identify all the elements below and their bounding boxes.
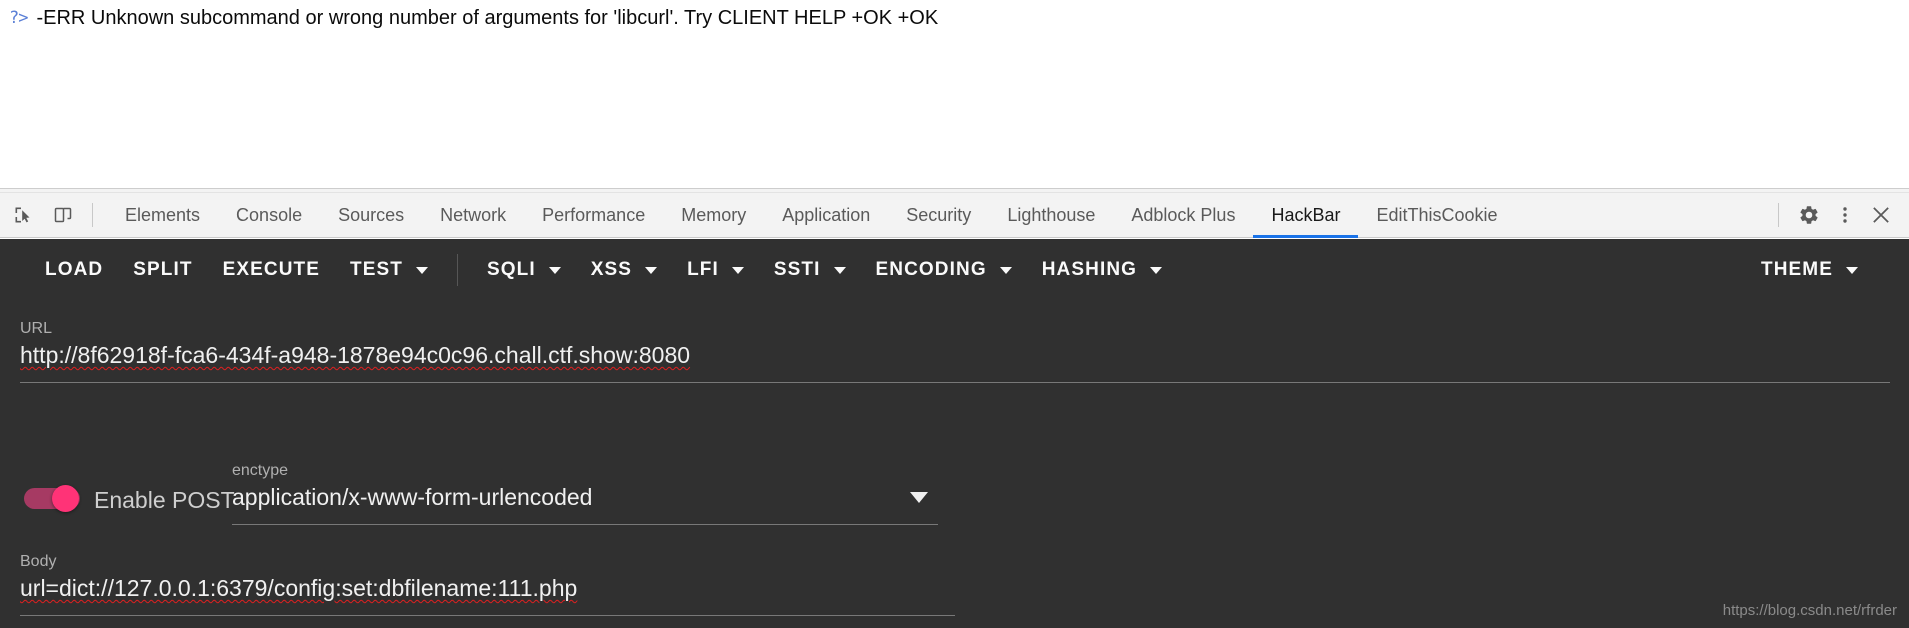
tab-label: Sources — [338, 204, 405, 225]
tab-label: Security — [906, 204, 972, 225]
hackbar-panel: LOAD SPLIT EXECUTE TEST SQLI XSS LFI SST… — [0, 239, 1909, 628]
devtools-toolbar-actions — [1772, 197, 1909, 233]
chevron-down-icon — [548, 266, 561, 274]
enctype-select-group: enctype application/x-www-form-urlencode… — [232, 461, 938, 525]
tab-label: Adblock Plus — [1131, 204, 1236, 225]
hackbar-menu-theme[interactable]: THEME — [1746, 251, 1873, 289]
chevron-down-icon — [645, 266, 658, 274]
tab-label: Network — [440, 204, 507, 225]
close-devtools-icon[interactable] — [1863, 197, 1899, 233]
enable-post-toggle[interactable] — [24, 485, 87, 512]
console-prompt-icon: ?> — [9, 8, 29, 28]
enctype-select-underline — [232, 524, 938, 525]
body-input-underline — [20, 615, 955, 616]
chevron-down-icon — [416, 266, 428, 274]
hackbar-menu-hashing[interactable]: HASHING — [1027, 251, 1177, 289]
menu-label: SSTI — [773, 259, 821, 280]
menu-divider — [457, 254, 458, 286]
tab-label: Application — [782, 204, 871, 225]
hackbar-menu-lfi[interactable]: LFI — [672, 251, 759, 289]
devtools-tab-list: Elements Console Sources Network Perform… — [107, 193, 1772, 238]
hackbar-menu-encoding[interactable]: ENCODING — [861, 251, 1027, 289]
tab-label: Memory — [681, 204, 747, 225]
menu-label: ENCODING — [875, 259, 987, 280]
url-input[interactable]: http://8f62918f-fca6-434f-a948-1878e94c0… — [20, 339, 1890, 371]
hackbar-menu-split[interactable]: SPLIT — [118, 251, 207, 289]
menu-label: XSS — [590, 259, 633, 280]
settings-gear-icon[interactable] — [1791, 197, 1827, 233]
menu-label: TEST — [350, 259, 403, 280]
chevron-down-icon — [910, 491, 928, 503]
url-field-label: URL — [20, 320, 53, 337]
hackbar-menu-test[interactable]: TEST — [335, 251, 443, 289]
tab-label: Performance — [542, 204, 646, 225]
tab-label: Elements — [125, 204, 201, 225]
menu-label: LOAD — [45, 259, 104, 280]
hackbar-menu-bar: LOAD SPLIT EXECUTE TEST SQLI XSS LFI SST… — [0, 239, 1909, 301]
toolbar-divider — [92, 203, 93, 227]
menu-label: THEME — [1761, 259, 1833, 280]
more-options-icon[interactable] — [1827, 197, 1863, 233]
chevron-down-icon — [999, 266, 1012, 274]
hackbar-menu-sqli[interactable]: SQLI — [472, 251, 576, 289]
menu-label: HASHING — [1041, 259, 1138, 280]
url-field-group: URL http://8f62918f-fca6-434f-a948-1878e… — [20, 319, 1890, 383]
tab-hackbar[interactable]: HackBar — [1253, 193, 1359, 238]
enctype-label: enctype — [232, 462, 289, 479]
blog-watermark: https://blog.csdn.net/rfrder — [1722, 602, 1897, 619]
tab-sources[interactable]: Sources — [320, 193, 422, 238]
inspect-element-icon[interactable] — [6, 198, 40, 232]
hackbar-menu-xss[interactable]: XSS — [576, 251, 672, 289]
tab-lighthouse[interactable]: Lighthouse — [989, 193, 1113, 238]
url-input-underline — [20, 382, 1890, 383]
device-toolbar-icon[interactable] — [46, 198, 80, 232]
tab-application[interactable]: Application — [764, 193, 888, 238]
tab-console[interactable]: Console — [218, 193, 320, 238]
tab-editthiscookie[interactable]: EditThisCookie — [1358, 193, 1515, 238]
chevron-down-icon — [731, 266, 744, 274]
post-options-row: Enable POST enctype application/x-www-fo… — [0, 453, 1909, 543]
enable-post-label: Enable POST — [94, 487, 235, 513]
toggle-knob — [52, 485, 79, 512]
chevron-down-icon — [833, 266, 846, 274]
hackbar-menu-execute[interactable]: EXECUTE — [208, 251, 335, 289]
devtools-tab-bar: Elements Console Sources Network Perform… — [0, 193, 1909, 238]
hackbar-menu-ssti[interactable]: SSTI — [759, 251, 861, 289]
menu-label: LFI — [687, 259, 719, 280]
tab-label: HackBar — [1271, 204, 1341, 225]
console-output-text: -ERR Unknown subcommand or wrong number … — [36, 7, 939, 29]
body-input[interactable]: url=dict://127.0.0.1:6379/config:set:dbf… — [20, 572, 955, 604]
toolbar-divider — [1778, 203, 1779, 227]
tab-adblock-plus[interactable]: Adblock Plus — [1113, 193, 1253, 238]
browser-page-content: ?> -ERR Unknown subcommand or wrong numb… — [0, 0, 1909, 188]
enctype-selected-value: application/x-www-form-urlencoded — [232, 484, 593, 510]
tab-performance[interactable]: Performance — [524, 193, 663, 238]
tab-label: EditThisCookie — [1376, 204, 1498, 225]
menu-label: SQLI — [487, 259, 536, 280]
tab-elements[interactable]: Elements — [107, 193, 218, 238]
body-field-label: Body — [20, 553, 57, 570]
menu-label: EXECUTE — [222, 259, 321, 280]
chevron-down-icon — [1150, 266, 1163, 274]
tab-label: Console — [236, 204, 303, 225]
tab-label: Lighthouse — [1007, 204, 1096, 225]
chevron-down-icon — [1846, 266, 1858, 274]
tab-memory[interactable]: Memory — [663, 193, 764, 238]
menu-label: SPLIT — [133, 259, 193, 280]
tab-network[interactable]: Network — [422, 193, 524, 238]
enctype-select[interactable]: application/x-www-form-urlencoded — [232, 481, 938, 513]
tab-security[interactable]: Security — [888, 193, 989, 238]
redis-console-output-line: ?> -ERR Unknown subcommand or wrong numb… — [9, 4, 938, 32]
body-field-group: Body url=dict://127.0.0.1:6379/config:se… — [20, 552, 955, 616]
hackbar-menu-load[interactable]: LOAD — [30, 251, 118, 289]
